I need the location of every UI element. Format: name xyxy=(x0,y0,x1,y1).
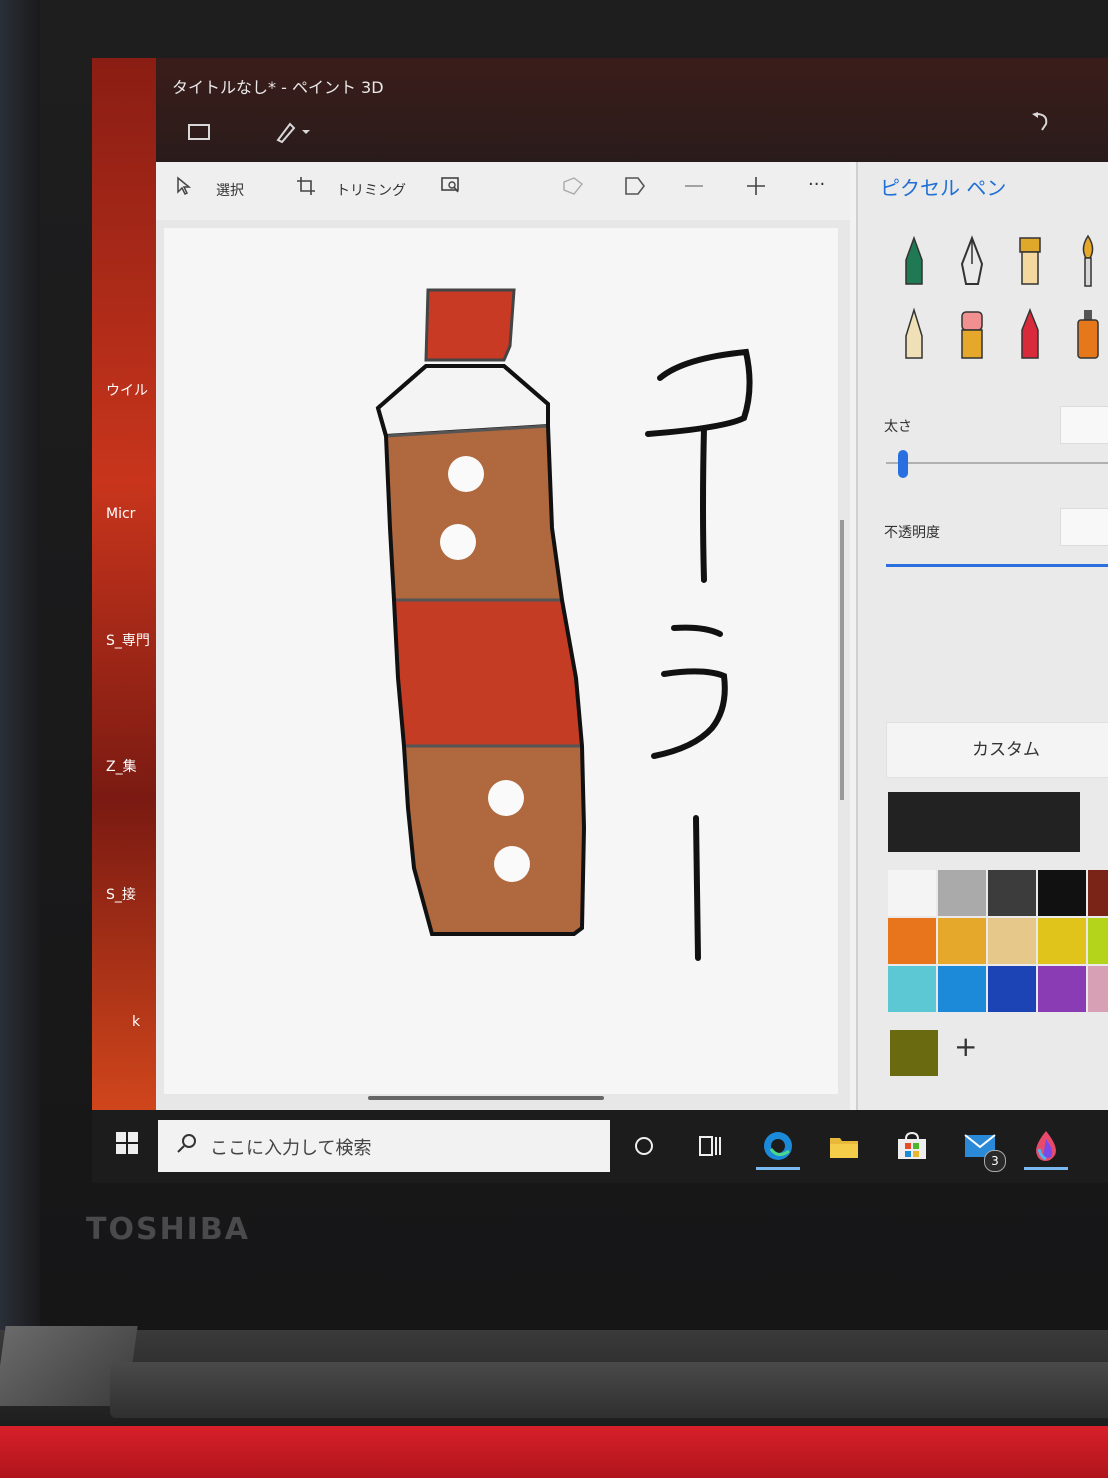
paint3d-icon[interactable] xyxy=(1020,1120,1072,1172)
bottle-dot xyxy=(440,524,476,560)
vertical-scrollbar[interactable] xyxy=(840,520,844,800)
search-box[interactable]: ここに入力して検索 xyxy=(158,1120,610,1172)
cortana-icon[interactable] xyxy=(618,1120,670,1172)
folder-icon[interactable] xyxy=(188,122,210,146)
color-swatch[interactable] xyxy=(988,918,1036,964)
desktop-icon[interactable]: ウイル xyxy=(106,380,148,400)
color-swatch[interactable] xyxy=(888,966,936,1012)
search-placeholder: ここに入力して検索 xyxy=(210,1138,372,1159)
thickness-label: 太さ xyxy=(884,419,912,435)
file-explorer-icon[interactable] xyxy=(818,1120,870,1172)
title-bar: タイトルなし* - ペイント 3D xyxy=(156,58,1108,162)
color-swatch[interactable] xyxy=(888,918,936,964)
sticker-icon[interactable] xyxy=(624,176,646,201)
search-icon xyxy=(176,1132,198,1160)
color-swatch[interactable] xyxy=(1088,870,1108,916)
color-swatch[interactable] xyxy=(938,918,986,964)
color-swatch[interactable] xyxy=(1038,966,1086,1012)
select-arrow-icon[interactable] xyxy=(176,176,192,201)
bottle-neck xyxy=(375,364,550,439)
mail-badge: 3 xyxy=(984,1150,1006,1172)
bezel-edge xyxy=(0,0,40,1330)
task-view-icon[interactable] xyxy=(684,1120,736,1172)
desktop-icon[interactable]: S_接 xyxy=(106,884,136,904)
hinge-bar xyxy=(110,1362,1108,1418)
bottle-dot xyxy=(448,456,484,492)
command-bar: 選択 トリミング ··· xyxy=(156,162,850,221)
paint3d-window: タイトルなし* - ペイント 3D 選択 トリミング ··· ピクセル ペン 太… xyxy=(156,58,1108,1110)
bottle-band-red xyxy=(392,598,584,748)
bottle-dot xyxy=(488,780,524,816)
horizontal-scrollbar[interactable] xyxy=(368,1096,604,1100)
3d-shape-icon xyxy=(562,176,584,201)
color-swatch[interactable] xyxy=(888,870,936,916)
desktop-wallpaper xyxy=(92,58,162,1118)
desktop-icon[interactable]: Micr xyxy=(106,506,135,522)
color-swatch[interactable] xyxy=(1088,966,1108,1012)
color-swatch[interactable] xyxy=(1038,918,1086,964)
magic-select-icon[interactable] xyxy=(440,176,462,201)
drawing-canvas[interactable] xyxy=(164,228,838,1094)
window-title: タイトルなし* - ペイント 3D xyxy=(172,78,384,97)
watercolor-icon[interactable] xyxy=(1068,234,1108,290)
thickness-slider-thumb[interactable] xyxy=(898,450,908,478)
opacity-input[interactable] xyxy=(1060,508,1108,546)
add-color-button[interactable]: + xyxy=(954,1030,977,1063)
marker-icon[interactable] xyxy=(894,234,934,290)
color-swatch[interactable] xyxy=(1038,870,1086,916)
pencil-icon[interactable] xyxy=(894,306,934,362)
calligraphy-pen-icon[interactable] xyxy=(952,234,992,290)
screen: ウイル Micr S_専門 Z_集 S_接 k タイトルなし* - ペイント 3… xyxy=(92,58,1108,1183)
crop-icon[interactable] xyxy=(296,176,316,201)
mail-icon[interactable]: 3 xyxy=(954,1120,1006,1172)
active-indicator xyxy=(756,1167,800,1170)
store-icon[interactable] xyxy=(886,1120,938,1172)
edge-icon[interactable] xyxy=(752,1120,804,1172)
extra-color-swatch[interactable] xyxy=(890,1030,938,1076)
color-swatch[interactable] xyxy=(1088,918,1108,964)
color-swatch[interactable] xyxy=(988,966,1036,1012)
spray-can-icon[interactable] xyxy=(1068,306,1108,362)
brush-panel: ピクセル ペン 太さ 不透明度 カスタム + xyxy=(856,162,1108,1110)
desktop-icon[interactable]: k xyxy=(132,1014,140,1030)
bottle-dot xyxy=(494,846,530,882)
brush-dropdown-icon[interactable] xyxy=(274,118,314,149)
opacity-slider[interactable] xyxy=(886,564,1108,567)
eraser-icon[interactable] xyxy=(952,306,992,362)
taskbar: ここに入力して検索 3 xyxy=(92,1110,1108,1183)
zoom-in-icon[interactable] xyxy=(746,176,766,201)
panel-title: ピクセル ペン xyxy=(880,176,1007,200)
trim-button[interactable]: トリミング xyxy=(336,180,406,200)
current-color-swatch[interactable] xyxy=(888,792,1080,852)
thickness-input[interactable]: 5 xyxy=(1060,406,1108,444)
color-swatch[interactable] xyxy=(988,870,1036,916)
drawing xyxy=(375,288,753,961)
start-button[interactable] xyxy=(116,1132,138,1154)
select-button[interactable]: 選択 xyxy=(216,180,244,200)
color-swatch[interactable] xyxy=(938,966,986,1012)
desktop-icon[interactable]: Z_集 xyxy=(106,756,137,776)
brand-logo: TOSHIBA xyxy=(86,1212,250,1247)
thickness-slider-track[interactable] xyxy=(886,462,1108,464)
more-menu-button[interactable]: ··· xyxy=(808,174,825,195)
opacity-label: 不透明度 xyxy=(884,525,940,541)
bottle-cap xyxy=(424,288,516,362)
undo-icon[interactable] xyxy=(1028,110,1052,139)
bottle-label-top xyxy=(384,424,564,602)
active-indicator xyxy=(1024,1167,1068,1170)
bottle-label-bottom xyxy=(402,744,586,936)
crayon-icon[interactable] xyxy=(1010,306,1050,362)
handwritten-ra xyxy=(651,624,728,759)
canvas-area xyxy=(156,220,850,1110)
oil-brush-icon[interactable] xyxy=(1010,234,1050,290)
color-swatch[interactable] xyxy=(938,870,986,916)
handwritten-a xyxy=(645,348,753,583)
laptop-base xyxy=(0,1426,1108,1478)
desktop-icon[interactable]: S_専門 xyxy=(106,630,150,650)
zoom-out-icon[interactable] xyxy=(684,176,704,201)
custom-color-button[interactable]: カスタム xyxy=(886,722,1108,778)
handwritten-long-vowel xyxy=(693,815,701,961)
